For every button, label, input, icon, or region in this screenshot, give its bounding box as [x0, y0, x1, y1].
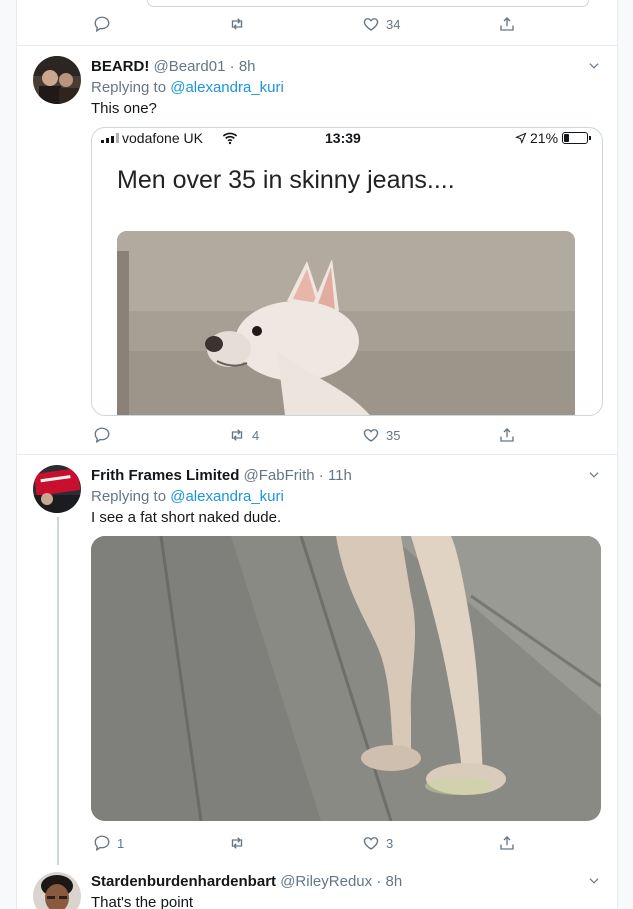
like-count: 34: [386, 16, 401, 32]
chevron-down-icon[interactable]: [587, 468, 601, 482]
reply-button[interactable]: 1: [93, 834, 124, 852]
user-handle[interactable]: @RileyRedux: [280, 873, 372, 890]
carrier-name: vodafone UK: [122, 130, 203, 146]
chevron-down-icon[interactable]: [587, 59, 601, 73]
tweet-text: This one?: [91, 100, 157, 117]
chevron-down-icon[interactable]: [587, 874, 601, 888]
timeline-feed: 34 BEARD! @Beard01 · 8h Replying to @ale…: [16, 0, 618, 909]
battery-percent: 21%: [530, 130, 559, 146]
mention-link[interactable]: @alexandra_kuri: [170, 488, 284, 505]
battery-icon: [562, 132, 591, 144]
replying-to: Replying to @alexandra_kuri: [91, 488, 284, 506]
tweet-media[interactable]: vodafone UK 13:39 21% Men over 35 in ski…: [91, 127, 603, 416]
dog-legs-photo: [91, 536, 601, 821]
replying-to: Replying to @alexandra_kuri: [91, 79, 284, 97]
tweet[interactable]: Frith Frames Limited @FabFrith · 11h Rep…: [17, 455, 617, 865]
reply-button[interactable]: [93, 15, 111, 33]
like-count: 35: [386, 427, 401, 443]
share-button[interactable]: [498, 426, 516, 444]
retweet-icon: [231, 18, 243, 30]
avatar[interactable]: [33, 872, 81, 909]
avatar[interactable]: [33, 56, 81, 104]
retweet-button[interactable]: [228, 834, 252, 852]
display-name[interactable]: Stardenburdenhardenbart: [91, 873, 276, 890]
reply-button[interactable]: [93, 426, 117, 444]
reply-icon: [94, 427, 110, 444]
reply-count: 1: [117, 835, 125, 851]
display-name[interactable]: BEARD!: [91, 58, 149, 75]
thread-line: [57, 517, 59, 865]
phone-status-bar: vodafone UK 13:39 21%: [92, 128, 602, 150]
tweet[interactable]: BEARD! @Beard01 · 8h Replying to @alexan…: [17, 46, 617, 454]
previous-tweet-cutoff: [147, 0, 589, 7]
timestamp[interactable]: 8h: [385, 873, 402, 890]
separator-dot: ·: [318, 467, 324, 484]
phone-clock: 13:39: [325, 130, 361, 146]
tweet-header: Stardenburdenhardenbart @RileyRedux · 8h: [91, 873, 402, 891]
share-icon: [500, 17, 514, 31]
avatar[interactable]: [33, 465, 81, 513]
tweet-header: BEARD! @Beard01 · 8h: [91, 58, 256, 76]
like-count: 3: [386, 835, 394, 851]
tweet-header: Frith Frames Limited @FabFrith · 11h: [91, 467, 352, 485]
share-icon: [500, 836, 514, 850]
wifi-icon: [222, 132, 238, 145]
screenshot-caption: Men over 35 in skinny jeans....: [117, 166, 455, 194]
retweet-button[interactable]: 4: [228, 426, 259, 444]
display-name[interactable]: Frith Frames Limited: [91, 467, 239, 484]
share-icon: [500, 428, 514, 442]
timestamp[interactable]: 11h: [328, 467, 352, 484]
like-button[interactable]: 35: [362, 426, 400, 444]
retweet-icon: [231, 429, 243, 441]
user-handle[interactable]: @FabFrith: [244, 467, 315, 484]
reply-icon: [94, 835, 110, 852]
replying-prefix: Replying to: [91, 79, 167, 96]
share-button[interactable]: [498, 15, 516, 33]
separator-dot: ·: [229, 58, 235, 75]
like-button[interactable]: 3: [362, 834, 393, 852]
reply-icon: [94, 16, 110, 33]
dog-photo: [117, 231, 575, 415]
heart-icon: [363, 429, 379, 442]
separator-dot: ·: [376, 873, 382, 890]
tweet-media[interactable]: [91, 536, 601, 821]
like-button[interactable]: 34: [362, 15, 400, 33]
tweet[interactable]: Stardenburdenhardenbart @RileyRedux · 8h…: [17, 862, 617, 909]
timestamp[interactable]: 8h: [239, 58, 256, 75]
retweet-count: 4: [252, 427, 260, 443]
user-handle[interactable]: @Beard01: [154, 58, 226, 75]
replying-prefix: Replying to: [91, 488, 167, 505]
retweet-icon: [231, 837, 243, 849]
tweet-text: I see a fat short naked dude.: [91, 509, 282, 526]
heart-icon: [363, 837, 379, 850]
heart-icon: [363, 18, 379, 31]
share-button[interactable]: [498, 834, 516, 852]
signal-icon: [101, 133, 119, 143]
mention-link[interactable]: @alexandra_kuri: [170, 79, 284, 96]
retweet-button[interactable]: [228, 15, 246, 33]
location-arrow-icon: [515, 132, 527, 144]
tweet-text: That's the point: [91, 894, 194, 909]
